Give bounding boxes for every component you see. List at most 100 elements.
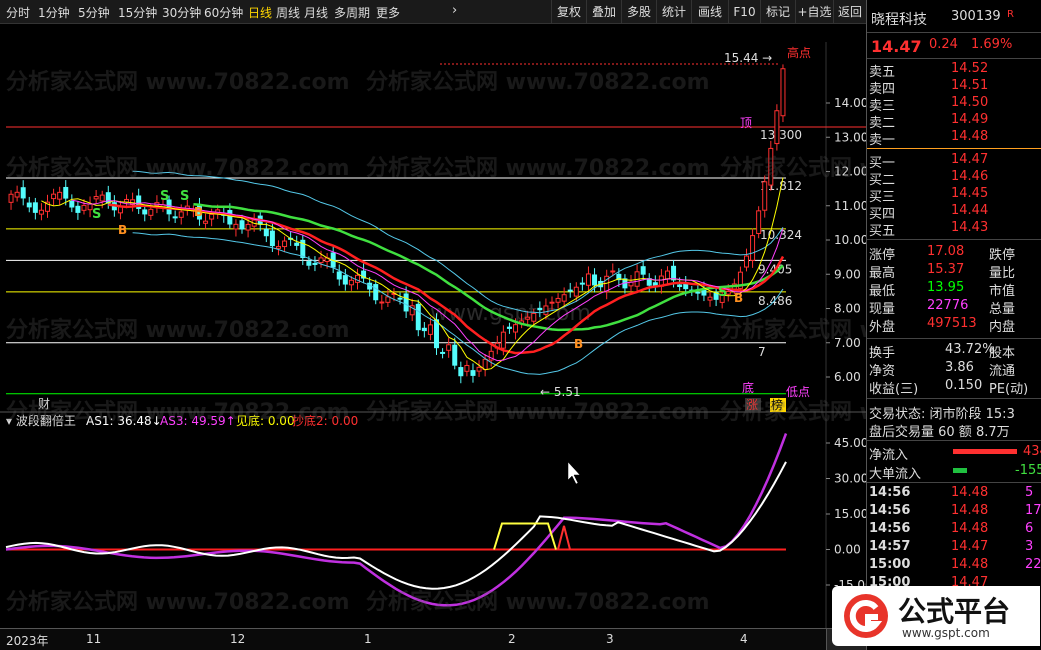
sub-chart-header: ▾ 波段翻倍王 AS1: 36.48↓AS3: 49.59↑ 见底: 0.00抄底2… <box>6 413 358 428</box>
stat2-row-0: 换手 43.72% 股本 <box>867 341 1041 361</box>
stat-value: 13.95 <box>927 280 965 295</box>
ask-price: 14.52 <box>951 61 989 76</box>
timeline-label: 11 <box>86 632 102 646</box>
candle-body <box>774 110 780 145</box>
candle-body <box>69 200 75 208</box>
bid-price: 14.45 <box>951 186 989 201</box>
toolbar-button-2[interactable]: 多股 <box>621 0 656 24</box>
candle-body <box>38 209 44 215</box>
stat-value: 22776 <box>927 298 969 313</box>
candle-body <box>543 305 549 315</box>
toolbar-button-4[interactable]: 画线 <box>691 0 728 24</box>
ask-price: 14.51 <box>951 78 989 93</box>
bid-price: 14.44 <box>951 203 989 218</box>
candle-body <box>397 297 403 300</box>
tick-price: 14.48 <box>951 503 989 518</box>
sub-item-3: 抄底2: 0.00 <box>292 413 358 428</box>
candle-body <box>531 312 537 322</box>
buy-signal: B <box>194 205 203 219</box>
tick-volume: 227 <box>1025 557 1041 572</box>
candle-body <box>470 370 476 376</box>
big-inflow-value: -155 <box>1015 463 1041 478</box>
price-axis-label: 11.00 <box>834 199 866 213</box>
period-tab-3[interactable]: 15分钟 <box>118 4 157 21</box>
kline-chart[interactable]: 14.00 13.00 12.00 11.00 10.00 9.00 8.00 7.00 6.0… <box>0 24 866 628</box>
candle-body <box>482 358 488 370</box>
period-tab-4[interactable]: 30分钟 <box>162 4 201 21</box>
period-tab-8[interactable]: 月线 <box>304 4 328 21</box>
bid-row-0: 买一 14.47 <box>867 151 1041 171</box>
candle-body <box>233 223 239 230</box>
stat-row-0: 涨停 17.08 跌停 <box>867 243 1041 263</box>
trade-state-row: 交易状态: 闭市阶段 15:3 <box>867 402 1041 422</box>
toolbar-button-7[interactable]: +自选 <box>795 0 833 24</box>
price-axis-label: 9.00 <box>834 267 861 281</box>
ask-row-3: 卖二 14.49 <box>867 111 1041 131</box>
candle-body <box>464 364 470 372</box>
sub-chart-name[interactable]: ▾ 波段翻倍王 <box>6 413 76 428</box>
candle-body <box>695 291 701 294</box>
toolbar-button-8[interactable]: 返回 <box>833 0 866 24</box>
price-row: 14.47 0.24 1.69% <box>867 36 1041 56</box>
candle-body <box>555 297 561 303</box>
big-inflow-label: 大单流入 <box>869 467 922 482</box>
more-chevron-icon[interactable]: › <box>452 3 457 18</box>
price-axis-label: 13.00 <box>834 130 866 144</box>
candle-body <box>306 261 312 266</box>
candle-body <box>610 270 616 273</box>
tick-volume: 6 <box>1025 521 1034 536</box>
stock-r-tag: R <box>1007 9 1014 20</box>
period-tab-7[interactable]: 周线 <box>276 4 300 21</box>
bid-row-1: 买二 14.46 <box>867 168 1041 188</box>
candle-body <box>63 186 69 199</box>
candle-body <box>592 274 598 286</box>
candle-body <box>379 301 385 304</box>
candle-body <box>500 331 506 349</box>
price-change: 0.24 <box>929 37 958 52</box>
buy-signal: B <box>574 337 583 351</box>
stat2-row-2: 收益(三) 0.150 PE(动) <box>867 377 1041 397</box>
toolbar-button-6[interactable]: 标记 <box>760 0 795 24</box>
tag-zhang: 涨 <box>746 397 758 412</box>
candle-body <box>51 193 57 200</box>
ask-label: 卖一 <box>869 133 896 148</box>
price-axis-label: 6.00 <box>834 370 861 384</box>
candle-body <box>148 208 154 216</box>
price-axis-label: 14.00 <box>834 96 866 110</box>
stat2-label: 收益(三) <box>869 382 919 397</box>
sub-axis-label: 30.00 <box>834 472 866 486</box>
after-hours-row: 盘后交易量 60 额 8.7万 <box>867 420 1041 440</box>
separator <box>867 482 1041 483</box>
bid-price: 14.43 <box>951 220 989 235</box>
candle-body <box>750 235 756 261</box>
timeline-label: 2023年 <box>6 634 49 648</box>
toolbar-button-5[interactable]: F10 <box>728 0 760 24</box>
period-tab-5[interactable]: 60分钟 <box>204 4 243 21</box>
net-inflow-label: 净流入 <box>869 448 909 463</box>
period-tab-9[interactable]: 多周期 <box>334 4 370 21</box>
level-label-0: 13.300 <box>760 128 802 142</box>
toolbar-button-1[interactable]: 叠加 <box>586 0 621 24</box>
quote-panel: 晓程科技 300139 R 14.47 0.24 1.69% 卖五 14.52 卖四 14.51 卖… <box>866 0 1041 650</box>
price-axis-label: 10.00 <box>834 233 866 247</box>
level-label-6: ← 5.51 <box>540 385 581 399</box>
stat-value: 17.08 <box>927 244 965 259</box>
toolbar-button-3[interactable]: 统计 <box>656 0 691 24</box>
period-tab-6[interactable]: 日线 <box>248 4 272 21</box>
candle-body <box>415 303 421 331</box>
candle-body <box>14 191 20 198</box>
toolbar-button-0[interactable]: 复权 <box>551 0 586 24</box>
candle-body <box>561 294 567 302</box>
timeline-label: 12 <box>230 632 246 646</box>
bid-price: 14.46 <box>951 169 989 184</box>
period-tab-1[interactable]: 1分钟 <box>38 4 70 21</box>
period-tab-10[interactable]: 更多 <box>376 4 400 21</box>
candle-body <box>203 220 209 224</box>
after-hours-volume: 盘后交易量 60 额 8.7万 <box>869 425 1010 440</box>
bid-row-4: 买五 14.43 <box>867 219 1041 239</box>
period-tab-0[interactable]: 分时 <box>6 4 30 21</box>
candle-body <box>227 209 233 225</box>
period-tab-2[interactable]: 5分钟 <box>78 4 110 21</box>
tick-time: 14:57 <box>869 539 911 554</box>
candle-body <box>8 193 14 203</box>
